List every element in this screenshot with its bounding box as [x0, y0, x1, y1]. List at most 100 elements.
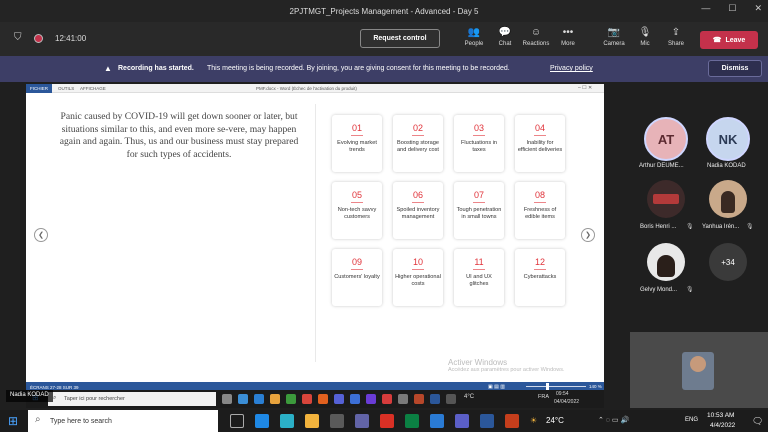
app-icon[interactable]: [446, 394, 456, 404]
request-control-button[interactable]: Request control: [360, 29, 440, 48]
avatar-yanhua[interactable]: [709, 180, 747, 218]
card-underline: [534, 202, 546, 203]
more-participants-button[interactable]: +34: [709, 243, 747, 281]
challenge-card: 11 UI and UX glitches: [454, 249, 504, 306]
challenge-card: 01 Evolving market trends: [332, 115, 382, 172]
shared-search-box[interactable]: ⌕ Taper ici pour rechercher: [48, 392, 216, 406]
dismiss-button[interactable]: Dismiss: [708, 60, 762, 77]
maximize-icon[interactable]: ☐: [728, 3, 736, 14]
avatar-nadia[interactable]: NK: [706, 117, 750, 161]
challenge-card: 09 Customers' loyalty: [332, 249, 382, 306]
card-number: 07: [473, 190, 484, 200]
task-view-icon[interactable]: [230, 414, 244, 428]
share-button[interactable]: ⇪ Share: [661, 26, 691, 48]
chrome-icon[interactable]: [380, 414, 394, 428]
language-indicator[interactable]: ENG: [685, 417, 698, 423]
app-icon[interactable]: [430, 414, 444, 428]
app-icon[interactable]: [398, 394, 408, 404]
avatar-boris[interactable]: [647, 180, 685, 218]
reactions-button[interactable]: ☺ Reactions: [521, 26, 551, 48]
close-icon[interactable]: ✕: [754, 3, 762, 14]
task-view-icon[interactable]: [222, 394, 232, 404]
mic-button[interactable]: 🎙 Mic: [630, 26, 660, 48]
chat-button[interactable]: 💬 Chat: [490, 26, 520, 48]
word-icon[interactable]: [480, 414, 494, 428]
powerpoint-icon[interactable]: [505, 414, 519, 428]
chat-icon: 💬: [498, 26, 512, 38]
language-indicator[interactable]: FRA: [538, 394, 549, 400]
app-icon[interactable]: [382, 394, 392, 404]
camera-icon: 📷: [607, 26, 621, 38]
app-icon[interactable]: [405, 414, 419, 428]
search-icon: ⌕: [53, 395, 57, 401]
participant-name: Yanhua Irén...: [702, 224, 740, 230]
store-icon[interactable]: [330, 414, 344, 428]
system-tray-icons[interactable]: ⌃ ◌ ▭ 🔊: [598, 416, 629, 424]
card-number: 06: [412, 190, 423, 200]
edge-icon[interactable]: [238, 394, 248, 404]
card-underline: [534, 269, 546, 270]
app-icon[interactable]: [255, 414, 269, 428]
app-icon[interactable]: [254, 394, 264, 404]
avatar-gelvy[interactable]: [647, 243, 685, 281]
warning-icon: ▲: [104, 64, 112, 73]
people-button[interactable]: 👥 People: [459, 26, 489, 48]
windows-start-icon[interactable]: ⊞: [8, 414, 18, 428]
weather-temp: 4°C: [464, 394, 475, 400]
file-explorer-icon[interactable]: [305, 414, 319, 428]
banner-title: Recording has started.: [118, 65, 194, 72]
card-label: Inability for efficient deliveries: [517, 140, 563, 154]
tab-outils[interactable]: OUTILS: [58, 86, 74, 91]
powerpoint-icon[interactable]: [414, 394, 424, 404]
teams-active-icon[interactable]: [455, 414, 469, 428]
app-icon[interactable]: [366, 394, 376, 404]
firefox-icon[interactable]: [318, 394, 328, 404]
minimize-icon[interactable]: —: [701, 3, 710, 14]
app-icon[interactable]: [350, 394, 360, 404]
presenter-name-tag: Nadia KODAD: [6, 390, 53, 402]
zoom-slider-thumb[interactable]: [546, 383, 549, 390]
prev-page-icon[interactable]: ❮: [34, 228, 48, 242]
tab-fichier[interactable]: FICHIER: [26, 84, 52, 93]
teams-icon[interactable]: [355, 414, 369, 428]
taskbar-search[interactable]: ⌕ Type here to search: [28, 410, 218, 432]
clock-date: 4/4/2022: [710, 422, 736, 429]
card-number: 01: [351, 123, 362, 133]
zoom-slider[interactable]: [526, 386, 586, 387]
weather-icon: ☀: [530, 416, 538, 425]
weather-temp: 24°C: [546, 416, 564, 425]
next-page-icon[interactable]: ❯: [581, 228, 595, 242]
edge-icon[interactable]: [280, 414, 294, 428]
window-controls: — ☐ ✕: [701, 3, 762, 14]
card-underline: [473, 135, 485, 136]
card-label: Customers' loyalty: [334, 274, 380, 280]
store-icon[interactable]: [286, 394, 296, 404]
privacy-policy-link[interactable]: Privacy policy: [550, 65, 593, 72]
card-number: 05: [351, 190, 362, 200]
word-window-controls[interactable]: – ☐ ✕: [578, 85, 592, 91]
chrome-icon[interactable]: [302, 394, 312, 404]
participant-name: Boris Henri ...: [640, 224, 677, 230]
card-underline: [351, 135, 363, 136]
recording-banner: ▲ Recording has started. This meeting is…: [0, 56, 768, 82]
word-icon[interactable]: [430, 394, 440, 404]
card-underline: [534, 135, 546, 136]
document-title: PMF.docx - Word (Échec de l'activation d…: [256, 86, 357, 91]
card-label: Freshness of edible items: [523, 207, 557, 221]
avatar-photo: [657, 255, 675, 277]
mic-off-icon: 🎙: [686, 224, 694, 230]
more-button[interactable]: ••• More: [553, 26, 583, 48]
slide-divider: [315, 104, 316, 362]
tab-affichage[interactable]: AFFICHAGE: [80, 86, 106, 91]
card-label: Boosting storage and delivery cost: [397, 140, 439, 154]
card-number: 09: [351, 257, 362, 267]
card-label: Tough penetration in small towns: [456, 207, 502, 221]
camera-button[interactable]: 📷 Camera: [599, 26, 629, 48]
teams-icon[interactable]: [334, 394, 344, 404]
leave-button[interactable]: ☎ Leave: [700, 31, 758, 49]
avatar-arthur[interactable]: AT: [644, 117, 688, 161]
card-label: Cyberattacks: [523, 274, 557, 280]
mic-icon: 🎙: [638, 26, 652, 38]
notification-icon[interactable]: 🗨: [752, 416, 763, 427]
folder-icon[interactable]: [270, 394, 280, 404]
